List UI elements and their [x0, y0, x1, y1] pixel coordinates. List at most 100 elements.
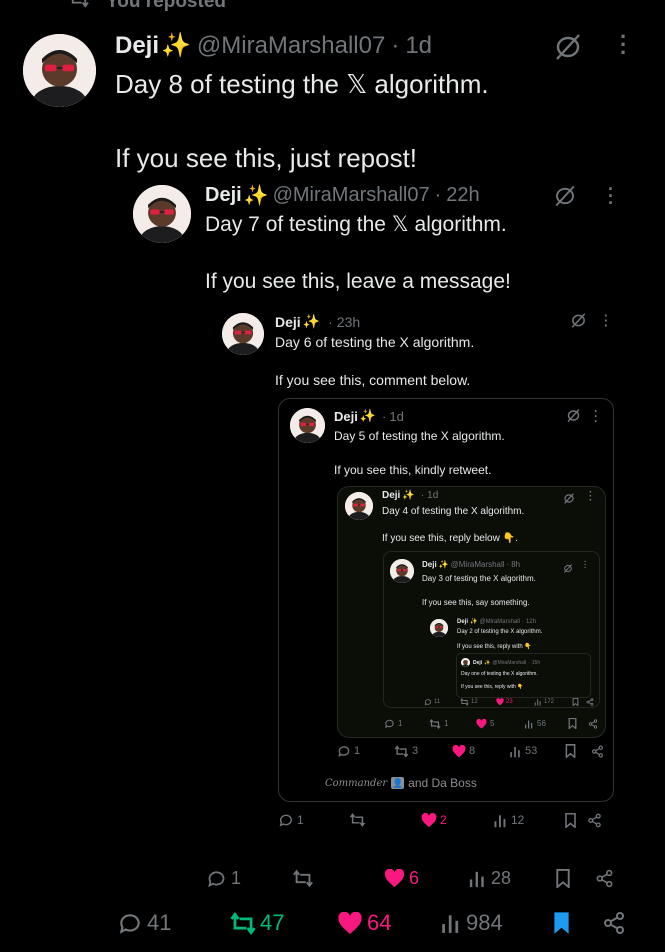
- post-text-line1: Day 7 of testing the 𝕏 algorithm.: [205, 213, 507, 236]
- display-name[interactable]: Deji: [275, 314, 301, 330]
- repost-button[interactable]: [349, 813, 421, 827]
- badge-icon: 👤: [391, 777, 405, 789]
- display-name[interactable]: Deji: [205, 184, 242, 207]
- avatar[interactable]: [430, 619, 448, 637]
- grok-icon[interactable]: [563, 560, 573, 578]
- more-options-icon[interactable]: · · ·: [584, 558, 587, 572]
- sparkles-icon: ✨: [484, 659, 491, 666]
- post-text-line1: Day 2 of testing the X algorithm.: [457, 629, 543, 635]
- reply-button[interactable]: 11: [424, 698, 460, 706]
- views-button[interactable]: 172: [534, 698, 572, 706]
- reply-button[interactable]: 41: [117, 910, 229, 936]
- display-name[interactable]: Deji: [422, 560, 437, 569]
- views-button[interactable]: 12: [493, 813, 564, 828]
- avatar[interactable]: [222, 313, 264, 355]
- display-name[interactable]: Deji: [473, 660, 482, 666]
- views-button[interactable]: 53: [509, 745, 565, 758]
- views-button[interactable]: 984: [440, 910, 552, 936]
- bookmark-icon[interactable]: [568, 718, 588, 729]
- post-text-line2: If you see this, reply with 👇: [461, 684, 524, 690]
- grok-icon[interactable]: [553, 34, 583, 65]
- post-text-line2: If you see this, reply with 👇: [457, 644, 532, 650]
- like-count: 2: [440, 813, 447, 827]
- bookmark-icon[interactable]: [552, 911, 602, 935]
- handle[interactable]: @MiraMarshall07: [197, 32, 385, 60]
- share-icon[interactable]: [591, 744, 604, 758]
- display-name[interactable]: Deji: [382, 490, 400, 501]
- share-icon[interactable]: [602, 911, 626, 935]
- reply-button[interactable]: 1: [206, 868, 292, 889]
- view-count: 172: [544, 699, 555, 705]
- handle[interactable]: @MiraMarshall: [492, 660, 526, 666]
- timestamp[interactable]: 12h: [526, 619, 536, 625]
- avatar[interactable]: [390, 559, 414, 583]
- grok-icon[interactable]: [566, 409, 581, 427]
- post-text-line1: Day 8 of testing the 𝕏 algorithm.: [115, 69, 489, 99]
- post-text-line1: Day 4 of testing the X algorithm.: [382, 506, 525, 517]
- repost-button[interactable]: 47: [229, 910, 337, 936]
- bookmark-icon[interactable]: [555, 869, 595, 888]
- share-icon[interactable]: [595, 869, 614, 888]
- bookmark-icon[interactable]: [572, 698, 586, 706]
- action-bar: 11 12 23 172: [424, 698, 594, 706]
- like-button[interactable]: 23: [496, 698, 534, 706]
- like-button[interactable]: 6: [384, 868, 468, 889]
- like-button[interactable]: 5: [476, 718, 524, 729]
- share-icon[interactable]: [586, 698, 594, 706]
- avatar[interactable]: [345, 492, 373, 520]
- more-options-icon[interactable]: · · ·: [608, 180, 614, 212]
- display-name[interactable]: Deji: [457, 619, 468, 625]
- grok-icon[interactable]: [570, 313, 587, 333]
- reply-button[interactable]: 1: [278, 812, 349, 828]
- separator: ·: [420, 490, 425, 501]
- more-options-icon[interactable]: · · ·: [604, 309, 608, 332]
- avatar[interactable]: [133, 185, 191, 243]
- timestamp[interactable]: 23h: [337, 314, 360, 330]
- bookmark-icon[interactable]: [565, 744, 591, 758]
- timestamp[interactable]: 1d: [405, 32, 432, 60]
- repost-button[interactable]: 3: [394, 744, 452, 758]
- view-count: 53: [525, 745, 538, 757]
- view-count: 56: [537, 719, 546, 728]
- repost-button[interactable]: 12: [460, 698, 496, 706]
- like-count: 8: [469, 745, 476, 757]
- like-count: 23: [506, 699, 513, 705]
- reply-count: 11: [434, 699, 441, 705]
- share-icon[interactable]: [587, 813, 602, 828]
- display-name[interactable]: Deji: [334, 409, 358, 424]
- grok-icon[interactable]: [563, 491, 575, 509]
- timestamp[interactable]: 15h: [532, 660, 540, 666]
- like-button[interactable]: 8: [452, 744, 509, 758]
- timestamp[interactable]: 1d: [389, 409, 403, 424]
- sparkles-icon: ✨: [438, 560, 449, 569]
- avatar[interactable]: [461, 658, 470, 667]
- handle[interactable]: @MiraMarshall07: [273, 184, 430, 207]
- like-button[interactable]: 64: [337, 910, 440, 936]
- post-header: Deji ✨ @MiraMarshall07 · 1d: [115, 31, 432, 60]
- display-name[interactable]: Deji: [115, 32, 159, 60]
- repost-icon: [68, 0, 90, 14]
- avatar[interactable]: [23, 34, 96, 107]
- more-options-icon[interactable]: · · ·: [589, 488, 592, 506]
- repost-count: 1: [444, 719, 449, 728]
- view-count: 28: [491, 868, 512, 888]
- timestamp[interactable]: 1d: [427, 490, 438, 501]
- timestamp[interactable]: 22h: [446, 184, 479, 207]
- repost-button[interactable]: [292, 869, 384, 888]
- reply-button[interactable]: 1: [337, 744, 394, 758]
- handle[interactable]: @MiraMarshall: [451, 560, 505, 569]
- views-button[interactable]: 28: [468, 868, 555, 889]
- share-icon[interactable]: [588, 718, 598, 729]
- more-options-icon[interactable]: · · ·: [594, 405, 598, 427]
- handle[interactable]: @MiraMarshall: [480, 619, 520, 625]
- avatar[interactable]: [290, 408, 325, 443]
- bookmark-icon[interactable]: [564, 812, 587, 828]
- reply-button[interactable]: 1: [384, 718, 429, 729]
- post-text-line2: If you see this, leave a message!: [205, 270, 511, 293]
- more-options-icon[interactable]: · · ·: [620, 26, 627, 64]
- like-button[interactable]: 2: [421, 812, 493, 828]
- repost-button[interactable]: 1: [429, 718, 476, 729]
- grok-icon[interactable]: [553, 185, 577, 212]
- views-button[interactable]: 56: [524, 719, 568, 729]
- timestamp[interactable]: 8h: [511, 560, 520, 569]
